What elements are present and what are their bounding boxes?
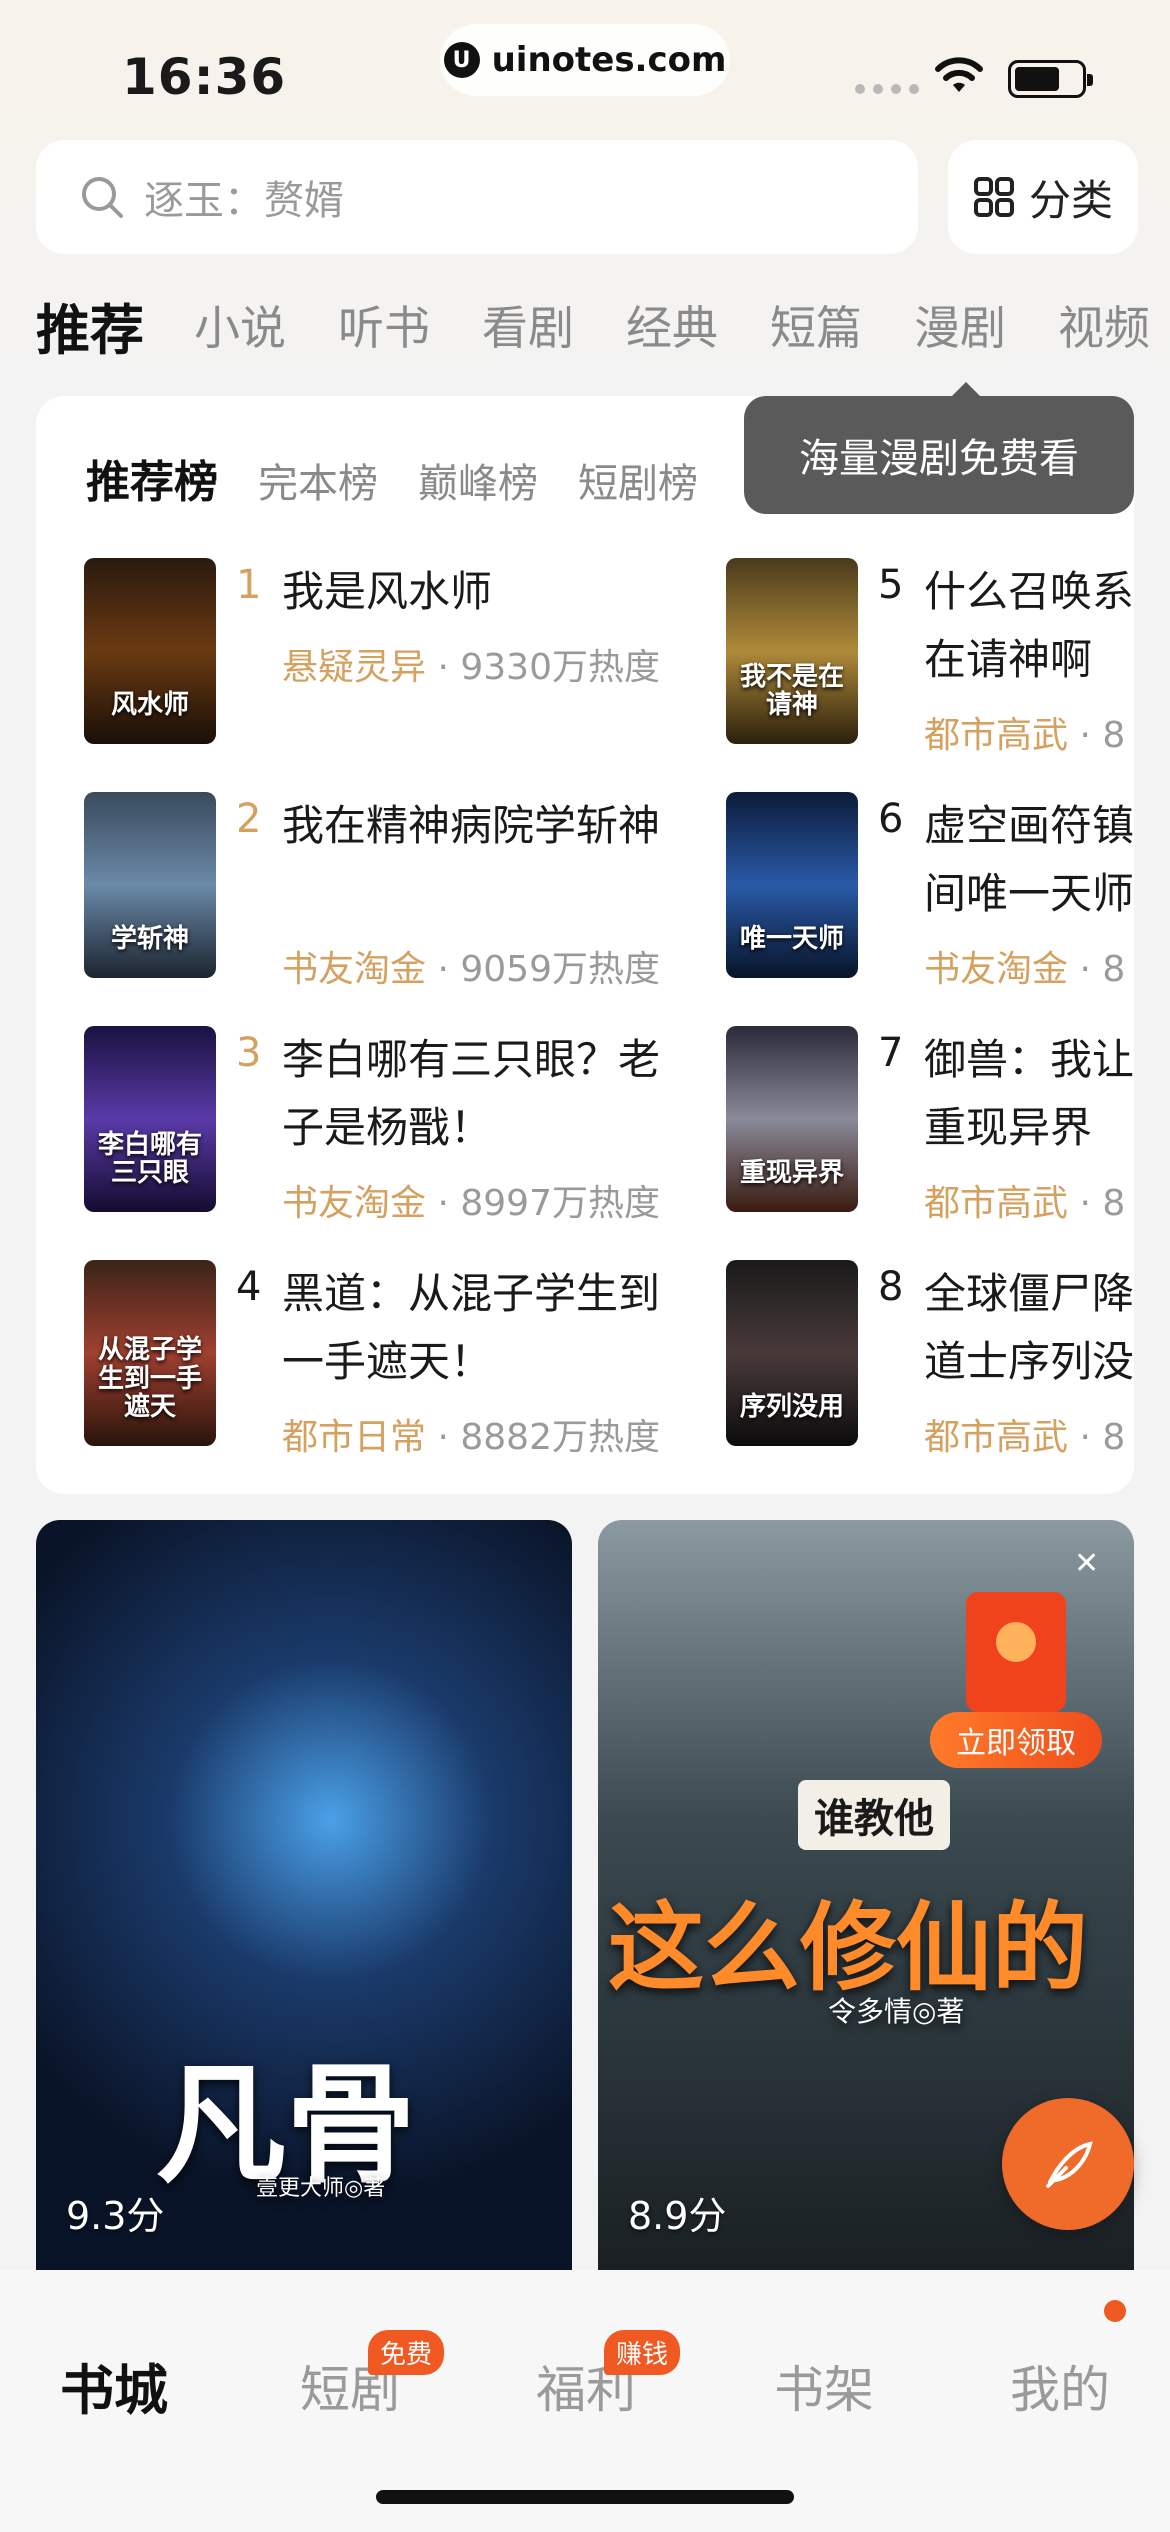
ranking-tab-completed[interactable]: 完本榜 bbox=[258, 451, 378, 509]
rank-number: 5 bbox=[878, 562, 904, 608]
nav-short-drama[interactable]: 短剧 免费 bbox=[300, 2330, 444, 2422]
ranking-card: 推荐榜 完本榜 巅峰榜 短剧榜 风水师 1 我是风水师 悬疑灵异 · 9330万… bbox=[36, 396, 1134, 1494]
red-packet-icon[interactable] bbox=[966, 1592, 1066, 1712]
nav-welfare[interactable]: 福利 赚钱 bbox=[536, 2330, 680, 2422]
ranking-item[interactable]: 重现异界 7 御兽：我让地球神兽重现异界 都市高武 · 8 bbox=[726, 1026, 1134, 1224]
rank-number: 6 bbox=[878, 796, 904, 842]
grid-icon bbox=[973, 177, 1014, 217]
site-logo-icon: U bbox=[443, 42, 480, 78]
search-icon bbox=[82, 177, 123, 218]
status-bar: 16:36 U uinotes.com bbox=[0, 0, 1170, 140]
book-cover: 序列没用 bbox=[726, 1260, 858, 1446]
ranking-item[interactable]: 从混子学生到一手遮天 4 黑道：从混子学生到一手遮天！ 都市日常 · 8882万… bbox=[84, 1260, 704, 1458]
book-cover: 李白哪有三只眼 bbox=[84, 1026, 216, 1212]
ranking-tab-peak[interactable]: 巅峰榜 bbox=[418, 451, 538, 509]
rank-number: 4 bbox=[236, 1264, 262, 1310]
book-meta: 都市日常 · 8882万热度 bbox=[282, 1417, 660, 1458]
rank-number: 1 bbox=[236, 562, 262, 608]
book-title: 我在精神病院学斩神 bbox=[282, 801, 661, 850]
tab-novel[interactable]: 小说 bbox=[194, 292, 286, 358]
ranking-item[interactable]: 李白哪有三只眼 3 李白哪有三只眼？老子是杨戬！ 书友淘金 · 8997万热度 bbox=[84, 1026, 704, 1224]
book-title: 我是风水师 bbox=[282, 567, 493, 616]
comic-drama-tooltip[interactable]: 海量漫剧免费看 bbox=[744, 396, 1134, 514]
featured-score: 9.3分 bbox=[66, 2194, 165, 2238]
book-meta: 都市高武 · 8 bbox=[924, 1417, 1126, 1458]
book-title: 李白哪有三只眼？老子是杨戬！ bbox=[282, 1035, 661, 1152]
ranking-item[interactable]: 唯一天师 6 虚空画符镇压，我世间唯一天师 书友淘金 · 8 bbox=[726, 792, 1134, 990]
ranking-tab-short-drama[interactable]: 短剧榜 bbox=[578, 451, 698, 509]
featured-author: 令多情◎著 bbox=[828, 1995, 965, 2028]
book-meta: 都市高武 · 8 bbox=[924, 715, 1126, 756]
rank-number: 3 bbox=[236, 1030, 262, 1076]
book-cover: 我不是在请神 bbox=[726, 558, 858, 744]
book-meta: 书友淘金 · 8 bbox=[924, 949, 1126, 990]
close-icon[interactable]: ✕ bbox=[1074, 1546, 1099, 1581]
quill-icon bbox=[1046, 2141, 1093, 2188]
tab-classic[interactable]: 经典 bbox=[626, 292, 718, 358]
book-meta: 都市高武 · 8 bbox=[924, 1183, 1126, 1224]
claim-button[interactable]: 立即领取 bbox=[930, 1712, 1102, 1768]
book-meta: 悬疑灵异 · 9330万热度 bbox=[282, 647, 660, 688]
nav-me[interactable]: 我的 bbox=[1010, 2350, 1110, 2422]
featured-book-cover[interactable]: 凡骨 壹更大师◎著 9.3分 bbox=[36, 1520, 572, 2270]
book-title: 黑道：从混子学生到一手遮天！ bbox=[282, 1269, 661, 1386]
featured-title: 这么修仙的 bbox=[608, 1892, 1088, 2004]
book-cover: 唯一天师 bbox=[726, 792, 858, 978]
battery-icon bbox=[1008, 60, 1093, 98]
book-cover: 学斩神 bbox=[84, 792, 216, 978]
home-indicator[interactable] bbox=[376, 2490, 794, 2504]
earn-badge: 赚钱 bbox=[603, 2330, 680, 2375]
ranking-tab-recommend[interactable]: 推荐榜 bbox=[86, 446, 218, 510]
ranking-tabs: 推荐榜 完本榜 巅峰榜 短剧榜 bbox=[86, 446, 698, 510]
tab-comic-drama[interactable]: 漫剧 bbox=[914, 292, 1006, 358]
book-cover: 风水师 bbox=[84, 558, 216, 744]
nav-bookshelf[interactable]: 书架 bbox=[774, 2350, 874, 2422]
search-input[interactable]: 逐玉：赘婿 bbox=[36, 140, 918, 254]
book-title: 全球僵尸降临，我说道士序列没用 bbox=[924, 1269, 1134, 1386]
channel-tabs: 推荐 小说 听书 看剧 经典 短篇 漫剧 视频 bbox=[36, 290, 1170, 361]
rank-number: 2 bbox=[236, 796, 262, 842]
book-title: 什么召唤系，我这是在请神啊 bbox=[924, 567, 1134, 684]
ranking-item[interactable]: 序列没用 8 全球僵尸降临，我说道士序列没用 都市高武 · 8 bbox=[726, 1260, 1134, 1458]
ranking-item[interactable]: 学斩神 2 我在精神病院学斩神 书友淘金 · 9059万热度 bbox=[84, 792, 704, 990]
rank-number: 8 bbox=[878, 1264, 904, 1310]
book-title: 御兽：我让地球神兽重现异界 bbox=[924, 1035, 1134, 1152]
book-cover: 从混子学生到一手遮天 bbox=[84, 1260, 216, 1446]
featured-subtitle: 谁教他 bbox=[798, 1780, 950, 1850]
tab-watch-drama[interactable]: 看剧 bbox=[482, 292, 574, 358]
notification-dot bbox=[1104, 2300, 1126, 2322]
tab-recommend[interactable]: 推荐 bbox=[36, 290, 144, 361]
featured-score: 8.9分 bbox=[628, 2194, 727, 2238]
clock: 16:36 bbox=[122, 48, 287, 106]
tab-video[interactable]: 视频 bbox=[1058, 292, 1150, 358]
book-cover: 重现异界 bbox=[726, 1026, 858, 1212]
cellular-signal-icon bbox=[855, 84, 919, 94]
tab-short[interactable]: 短篇 bbox=[770, 292, 862, 358]
book-meta: 书友淘金 · 9059万热度 bbox=[282, 949, 660, 990]
nav-bookstore[interactable]: 书城 bbox=[60, 2346, 168, 2425]
wifi-icon bbox=[935, 57, 983, 92]
category-button[interactable]: 分类 bbox=[948, 140, 1138, 254]
url-text: uinotes.com bbox=[491, 40, 727, 80]
rank-number: 7 bbox=[878, 1030, 904, 1076]
search-placeholder: 逐玉：赘婿 bbox=[144, 178, 344, 224]
book-meta: 书友淘金 · 8997万热度 bbox=[282, 1183, 660, 1224]
featured-author: 壹更大师◎著 bbox=[256, 2176, 386, 2201]
book-title: 虚空画符镇压，我世间唯一天师 bbox=[924, 801, 1134, 918]
ranking-item[interactable]: 我不是在请神 5 什么召唤系，我这是在请神啊 都市高武 · 8 bbox=[726, 558, 1134, 756]
ranking-item[interactable]: 风水师 1 我是风水师 悬疑灵异 · 9330万热度 bbox=[84, 558, 704, 748]
category-label: 分类 bbox=[1028, 175, 1113, 225]
url-pill[interactable]: U uinotes.com bbox=[440, 24, 730, 96]
feather-pen-icon[interactable] bbox=[1002, 2098, 1134, 2230]
free-badge: 免费 bbox=[367, 2330, 444, 2375]
tab-audiobook[interactable]: 听书 bbox=[338, 292, 430, 358]
